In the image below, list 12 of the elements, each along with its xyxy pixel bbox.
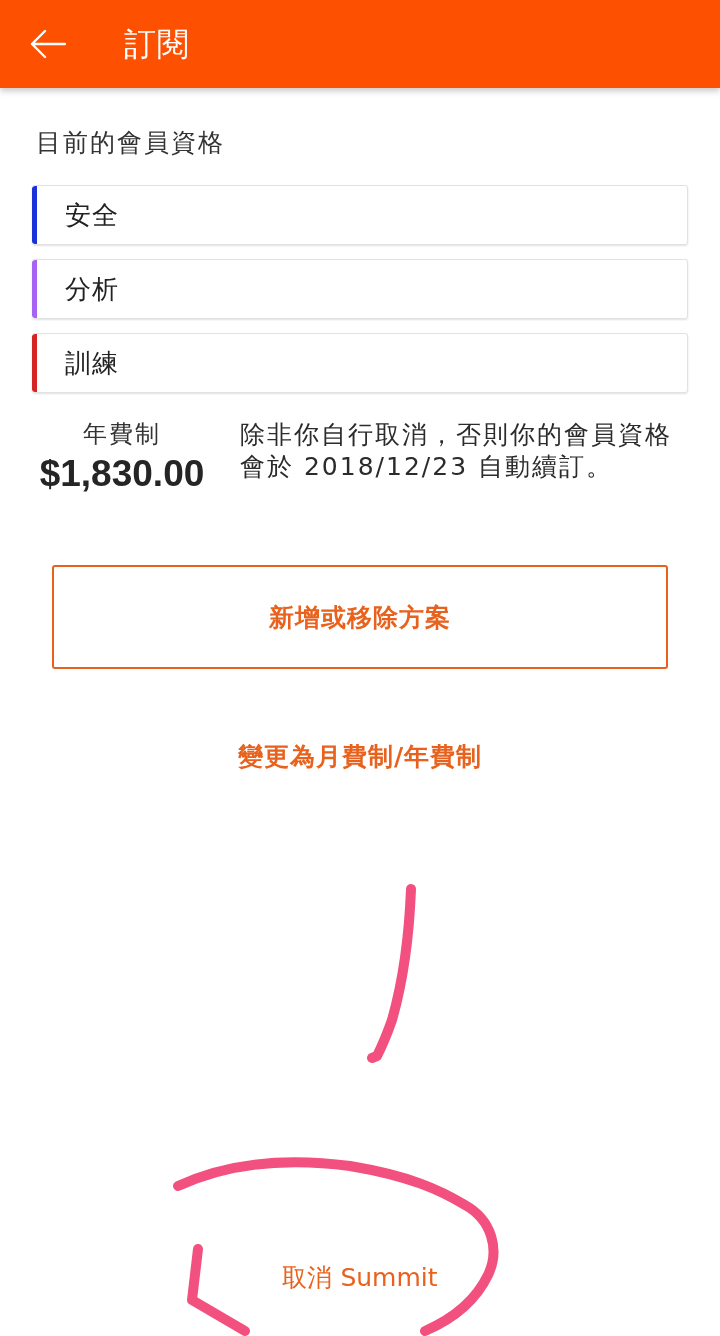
section-heading: 目前的會員資格 (36, 127, 225, 159)
renewal-note: 除非你自行取消，否則你的會員資格會於 2018/12/23 自動續訂。 (240, 419, 673, 483)
plan-name: 訓練 (65, 347, 119, 380)
back-arrow-icon (30, 29, 66, 59)
plan-name: 安全 (65, 199, 119, 232)
page-title: 訂閱 (124, 24, 190, 64)
plan-name: 分析 (65, 273, 119, 306)
cancel-subscription-link[interactable]: 取消 Summit (282, 1262, 438, 1294)
switch-billing-link[interactable]: 變更為月費制/年費制 (237, 741, 483, 773)
manage-plans-button[interactable]: 新增或移除方案 (52, 565, 668, 669)
billing-period: 年費制 (83, 419, 161, 450)
price-amount: $1,830.00 (39, 452, 205, 496)
